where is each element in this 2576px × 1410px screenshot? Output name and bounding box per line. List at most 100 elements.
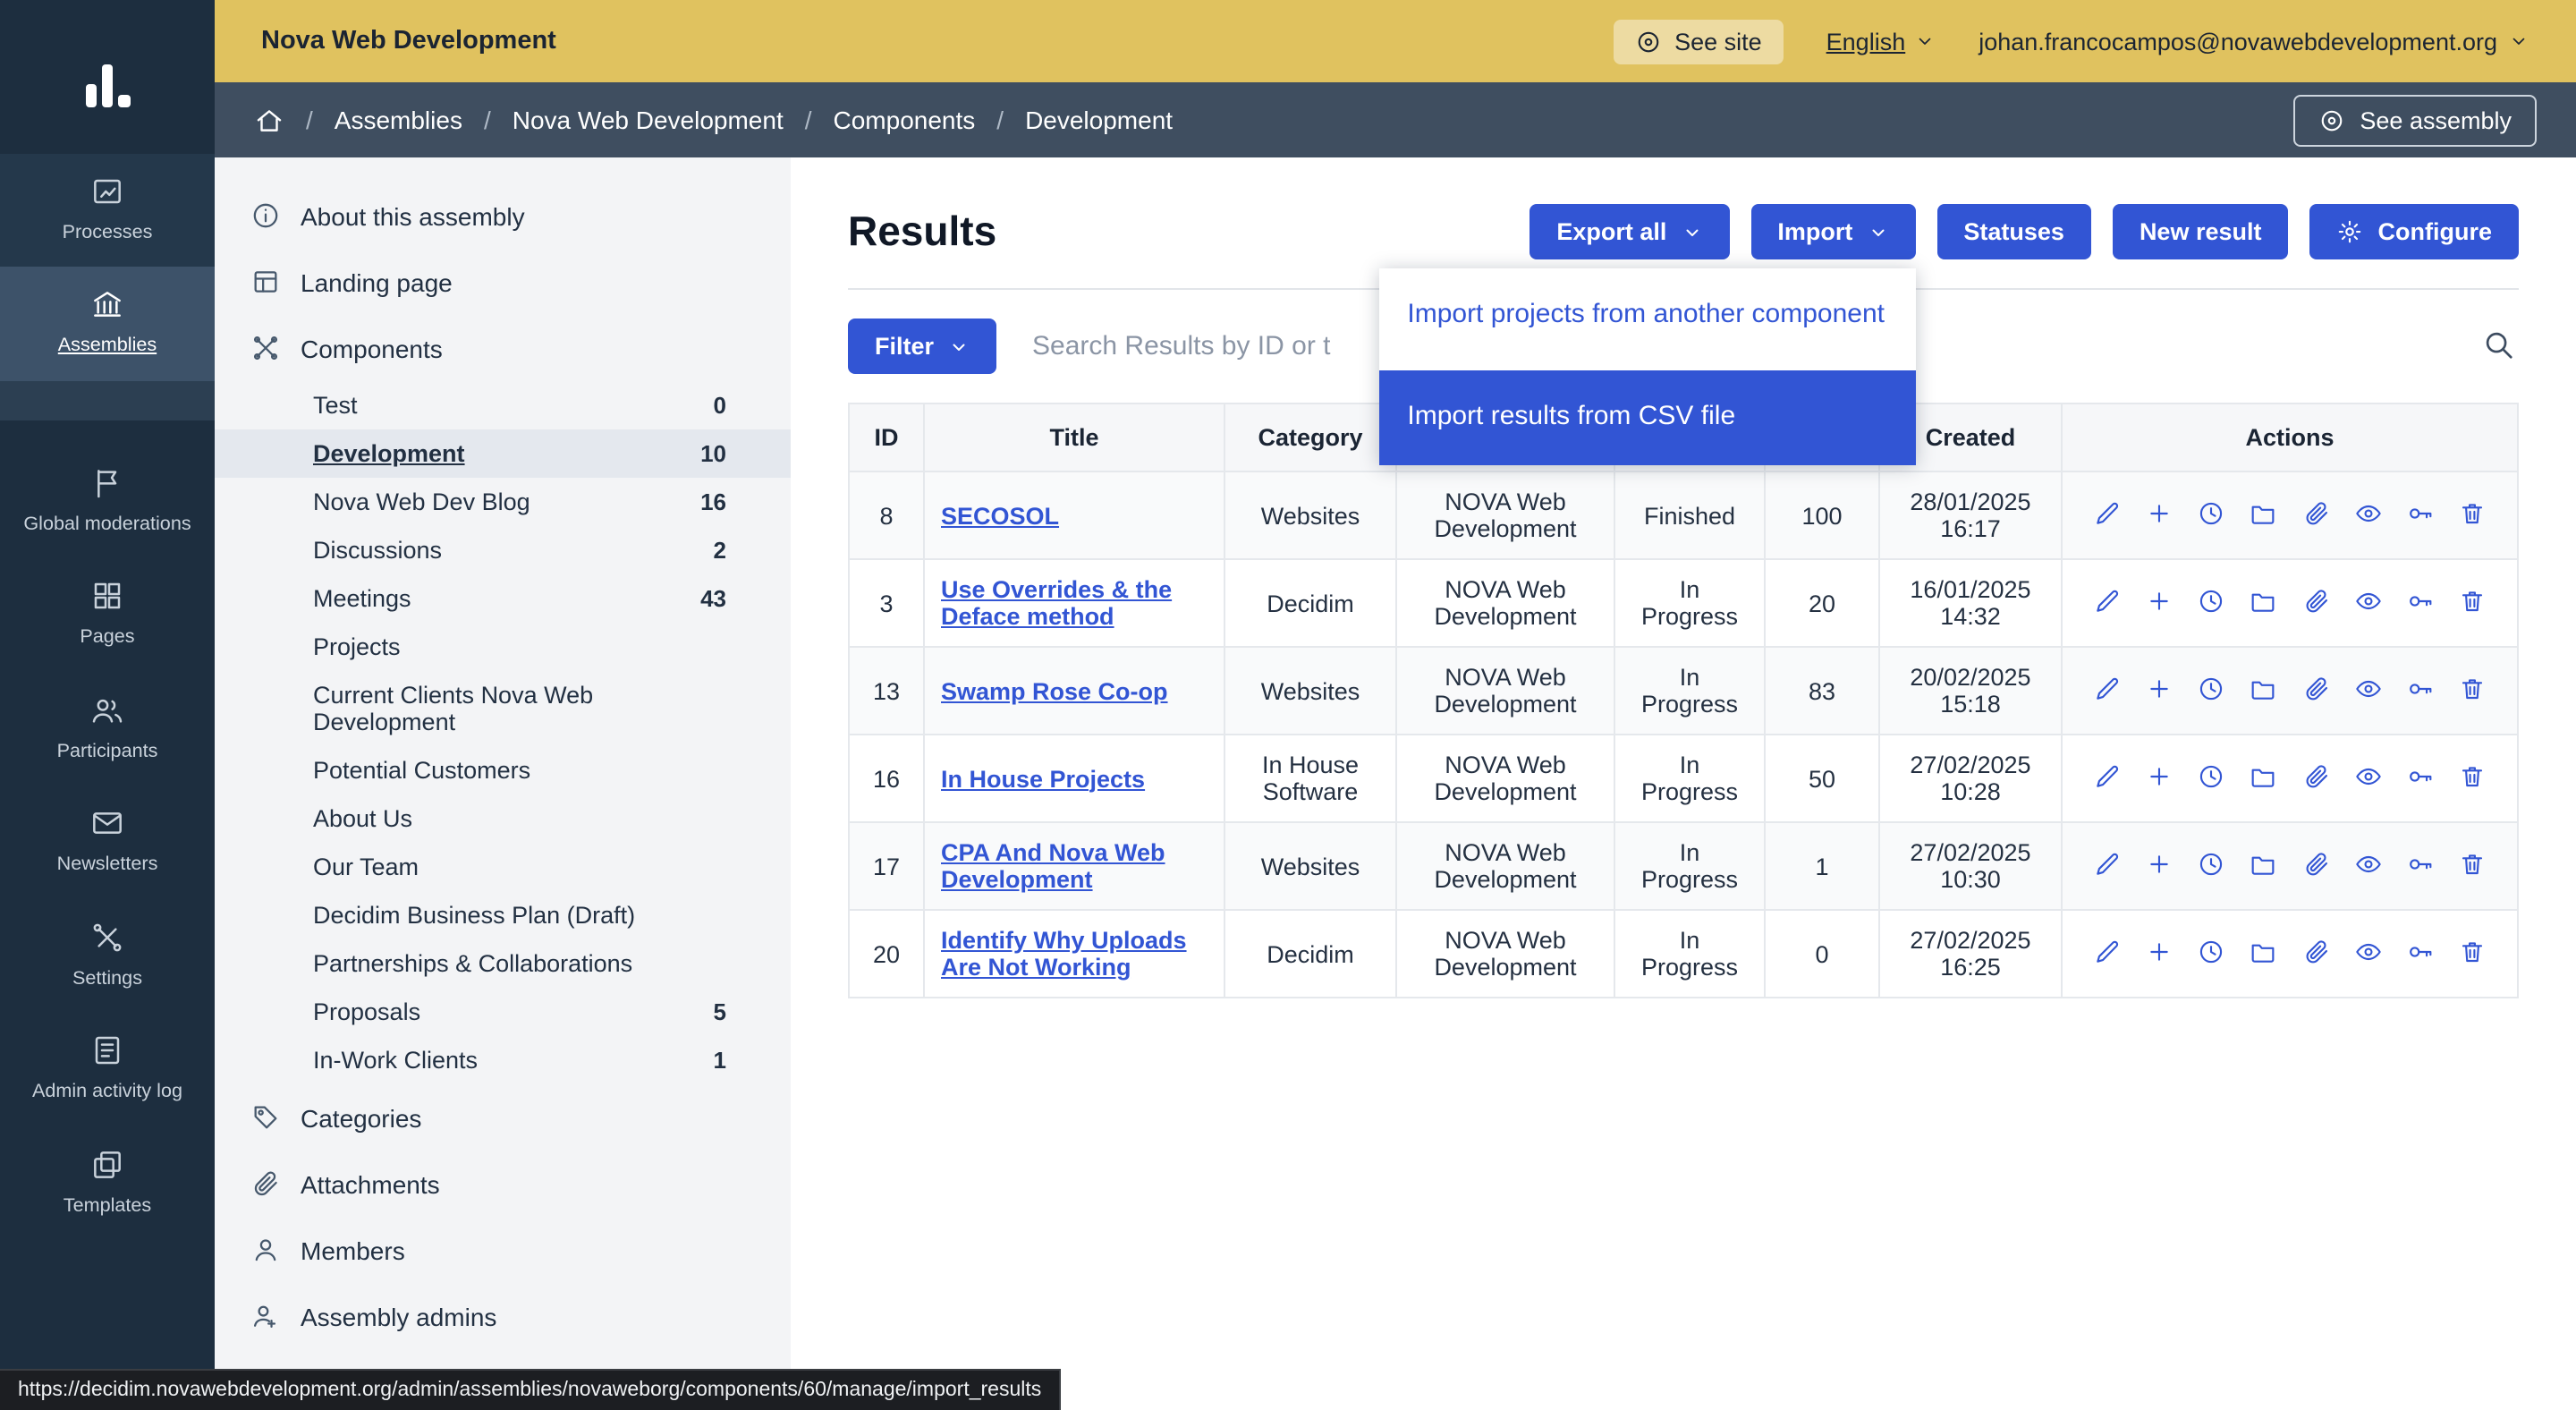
configure-button[interactable]: Configure bbox=[2310, 204, 2520, 259]
assembly-menu-item-categories[interactable]: Categories bbox=[215, 1084, 791, 1151]
eye-action-button[interactable] bbox=[2350, 582, 2385, 624]
plus-action-button[interactable] bbox=[2141, 933, 2177, 974]
plus-action-button[interactable] bbox=[2141, 845, 2177, 887]
assembly-menu-item-current-clients-nova-web-development[interactable]: Current Clients Nova Web Development bbox=[215, 671, 791, 746]
paperclip-action-button[interactable] bbox=[2298, 582, 2334, 624]
trash-action-button[interactable] bbox=[2454, 582, 2490, 624]
assembly-menu-item-potential-customers[interactable]: Potential Customers bbox=[215, 746, 791, 794]
clock-action-button[interactable] bbox=[2194, 582, 2230, 624]
pencil-action-button[interactable] bbox=[2089, 582, 2125, 624]
trash-action-button[interactable] bbox=[2454, 495, 2490, 536]
search-button[interactable] bbox=[2478, 323, 2519, 369]
clock-action-button[interactable] bbox=[2194, 758, 2230, 799]
assembly-menu-item-members[interactable]: Members bbox=[215, 1217, 791, 1283]
statuses-button[interactable]: Statuses bbox=[1936, 204, 2091, 259]
paperclip-action-button[interactable] bbox=[2298, 845, 2334, 887]
result-title-link[interactable]: SECOSOL bbox=[941, 502, 1059, 529]
breadcrumb-assembly-name[interactable]: Nova Web Development bbox=[513, 106, 784, 134]
result-title-link[interactable]: Swamp Rose Co-op bbox=[941, 677, 1168, 704]
folder-action-button[interactable] bbox=[2246, 495, 2282, 536]
assembly-menu-item-nova-web-dev-blog[interactable]: Nova Web Dev Blog16 bbox=[215, 478, 791, 526]
sidebar-item-newsletters[interactable]: Newsletters bbox=[0, 786, 215, 900]
breadcrumb-components[interactable]: Components bbox=[834, 106, 976, 134]
paperclip-action-button[interactable] bbox=[2298, 933, 2334, 974]
decidim-logo[interactable] bbox=[0, 0, 215, 154]
assembly-menu-item-our-team[interactable]: Our Team bbox=[215, 843, 791, 891]
plus-action-button[interactable] bbox=[2141, 670, 2177, 711]
eye-action-button[interactable] bbox=[2350, 933, 2385, 974]
language-selector[interactable]: English bbox=[1826, 28, 1936, 55]
plus-action-button[interactable] bbox=[2141, 582, 2177, 624]
assembly-menu-item-assembly-admins[interactable]: Assembly admins bbox=[215, 1283, 791, 1349]
result-title-link[interactable]: Identify Why Uploads Are Not Working bbox=[941, 927, 1187, 981]
pencil-action-button[interactable] bbox=[2089, 495, 2125, 536]
plus-action-button[interactable] bbox=[2141, 758, 2177, 799]
assembly-menu-item-discussions[interactable]: Discussions2 bbox=[215, 526, 791, 574]
key-action-button[interactable] bbox=[2402, 495, 2438, 536]
sidebar-item-pages[interactable]: Pages bbox=[0, 559, 215, 673]
paperclip-action-button[interactable] bbox=[2298, 758, 2334, 799]
pencil-action-button[interactable] bbox=[2089, 670, 2125, 711]
paperclip-action-button[interactable] bbox=[2298, 495, 2334, 536]
import-button[interactable]: Import bbox=[1750, 204, 1915, 259]
assembly-menu-item-about-this-assembly[interactable]: About this assembly bbox=[215, 183, 791, 249]
filter-button[interactable]: Filter bbox=[848, 319, 996, 374]
sidebar-item-admin-activity-log[interactable]: Admin activity log bbox=[0, 1014, 215, 1127]
sidebar-item-global-moderations[interactable]: Global moderations bbox=[0, 446, 215, 559]
pencil-action-button[interactable] bbox=[2089, 933, 2125, 974]
see-assembly-button[interactable]: See assembly bbox=[2293, 94, 2537, 146]
eye-action-button[interactable] bbox=[2350, 495, 2385, 536]
trash-action-button[interactable] bbox=[2454, 670, 2490, 711]
eye-action-button[interactable] bbox=[2350, 758, 2385, 799]
breadcrumb-development[interactable]: Development bbox=[1025, 106, 1173, 134]
user-menu[interactable]: johan.francocampos@novawebdevelopment.or… bbox=[1979, 28, 2529, 55]
eye-action-button[interactable] bbox=[2350, 670, 2385, 711]
plus-action-button[interactable] bbox=[2141, 495, 2177, 536]
new-result-button[interactable]: New result bbox=[2113, 204, 2289, 259]
pencil-action-button[interactable] bbox=[2089, 758, 2125, 799]
key-action-button[interactable] bbox=[2402, 933, 2438, 974]
result-title-link[interactable]: CPA And Nova Web Development bbox=[941, 839, 1165, 893]
assembly-menu-item-development[interactable]: Development10 bbox=[215, 429, 791, 478]
result-title-link[interactable]: In House Projects bbox=[941, 765, 1145, 792]
assembly-menu-item-partnerships-collaborations[interactable]: Partnerships & Collaborations bbox=[215, 939, 791, 988]
clock-action-button[interactable] bbox=[2194, 845, 2230, 887]
clock-action-button[interactable] bbox=[2194, 670, 2230, 711]
folder-action-button[interactable] bbox=[2246, 670, 2282, 711]
key-action-button[interactable] bbox=[2402, 758, 2438, 799]
key-action-button[interactable] bbox=[2402, 670, 2438, 711]
assembly-menu-item-landing-page[interactable]: Landing page bbox=[215, 249, 791, 315]
assembly-menu-item-attachments[interactable]: Attachments bbox=[215, 1151, 791, 1217]
pencil-action-button[interactable] bbox=[2089, 845, 2125, 887]
sidebar-item-settings[interactable]: Settings bbox=[0, 900, 215, 1014]
assembly-menu-item-components[interactable]: Components bbox=[215, 315, 791, 381]
sidebar-item-templates[interactable]: Templates bbox=[0, 1127, 215, 1241]
assembly-menu-item-meetings[interactable]: Meetings43 bbox=[215, 574, 791, 623]
folder-action-button[interactable] bbox=[2246, 933, 2282, 974]
clock-action-button[interactable] bbox=[2194, 933, 2230, 974]
assembly-menu-item-proposals[interactable]: Proposals5 bbox=[215, 988, 791, 1036]
assembly-menu-item-projects[interactable]: Projects bbox=[215, 623, 791, 671]
result-title-link[interactable]: Use Overrides & the Deface method bbox=[941, 576, 1172, 630]
folder-action-button[interactable] bbox=[2246, 758, 2282, 799]
clock-action-button[interactable] bbox=[2194, 495, 2230, 536]
sidebar-item-participants[interactable]: Participants bbox=[0, 673, 215, 786]
assembly-menu-item-about-us[interactable]: About Us bbox=[215, 794, 791, 843]
eye-action-button[interactable] bbox=[2350, 845, 2385, 887]
see-site-link[interactable]: See site bbox=[1614, 19, 1784, 64]
dropdown-item-import-csv[interactable]: Import results from CSV file bbox=[1378, 370, 1915, 465]
key-action-button[interactable] bbox=[2402, 845, 2438, 887]
breadcrumb-assemblies[interactable]: Assemblies bbox=[335, 106, 462, 134]
folder-action-button[interactable] bbox=[2246, 582, 2282, 624]
export-all-button[interactable]: Export all bbox=[1530, 204, 1729, 259]
sidebar-item-assemblies[interactable]: Assemblies bbox=[0, 268, 215, 381]
folder-action-button[interactable] bbox=[2246, 845, 2282, 887]
paperclip-action-button[interactable] bbox=[2298, 670, 2334, 711]
trash-action-button[interactable] bbox=[2454, 845, 2490, 887]
home-breadcrumb-link[interactable] bbox=[254, 105, 284, 135]
key-action-button[interactable] bbox=[2402, 582, 2438, 624]
dropdown-item-import-projects[interactable]: Import projects from another component bbox=[1378, 268, 1915, 363]
assembly-menu-item-decidim-business-plan-draft[interactable]: Decidim Business Plan (Draft) bbox=[215, 891, 791, 939]
assembly-menu-item-test[interactable]: Test0 bbox=[215, 381, 791, 429]
trash-action-button[interactable] bbox=[2454, 758, 2490, 799]
